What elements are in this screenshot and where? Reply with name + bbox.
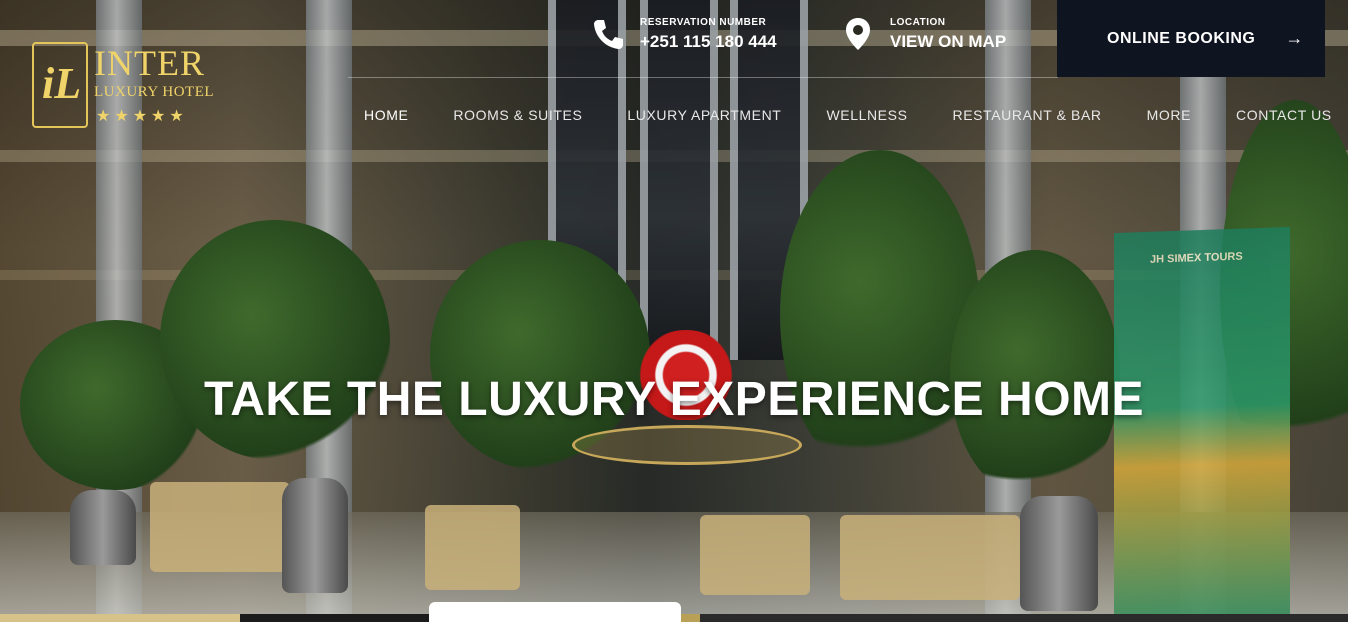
logo-name: INTER (94, 43, 205, 83)
arrow-right-icon: → (1285, 28, 1304, 48)
booking-widget-tab[interactable] (429, 602, 681, 622)
view-on-map-link[interactable]: VIEW ON MAP (890, 32, 1006, 52)
vase (1020, 496, 1098, 611)
nav-item-home[interactable]: HOME (364, 107, 408, 123)
armchair (840, 515, 1020, 600)
plant (780, 150, 980, 480)
nav-item-rooms-suites[interactable]: ROOMS & SUITES (453, 107, 582, 123)
nav-item-restaurant-bar[interactable]: RESTAURANT & BAR (953, 107, 1102, 123)
nav-item-more[interactable]: MORE (1147, 107, 1191, 123)
nav-item-wellness[interactable]: WELLNESS (826, 107, 907, 123)
centre-table (572, 425, 802, 465)
elevator-shaft (640, 0, 718, 360)
header-divider (348, 77, 1058, 78)
tour-banner-text: JH SIMEX TOURS (1150, 250, 1243, 266)
online-booking-button[interactable]: ONLINE BOOKING → (1057, 0, 1325, 77)
location-pin-icon (846, 18, 870, 50)
logo-subtitle: LUXURY HOTEL (94, 84, 215, 100)
reservation-number[interactable]: RESERVATION NUMBER +251 115 180 444 (590, 16, 777, 52)
location-label: LOCATION (890, 16, 946, 28)
logo-monogram: iL (32, 42, 88, 128)
armchair (425, 505, 520, 590)
reservation-label: RESERVATION NUMBER (640, 16, 767, 28)
online-booking-label: ONLINE BOOKING (1107, 29, 1256, 47)
main-navigation: HOME ROOMS & SUITES LUXURY APARTMENT WEL… (364, 107, 1332, 123)
nav-item-luxury-apartment[interactable]: LUXURY APARTMENT (627, 107, 781, 123)
vase (282, 478, 348, 593)
vase (70, 490, 136, 565)
location[interactable]: LOCATION VIEW ON MAP (840, 16, 1006, 52)
armchair (700, 515, 810, 595)
phone-icon (594, 20, 623, 49)
nav-item-contact-us[interactable]: CONTACT US (1236, 107, 1332, 123)
star-rating: ★★★★★ (96, 108, 188, 125)
sofa (150, 482, 290, 572)
hero-headline: TAKE THE LUXURY EXPERIENCE HOME (203, 373, 1145, 426)
logo-monogram-text: iL (42, 59, 82, 108)
hotel-logo[interactable]: iL INTER LUXURY HOTEL ★★★★★ (28, 40, 218, 130)
reservation-phone-link[interactable]: +251 115 180 444 (640, 32, 777, 52)
